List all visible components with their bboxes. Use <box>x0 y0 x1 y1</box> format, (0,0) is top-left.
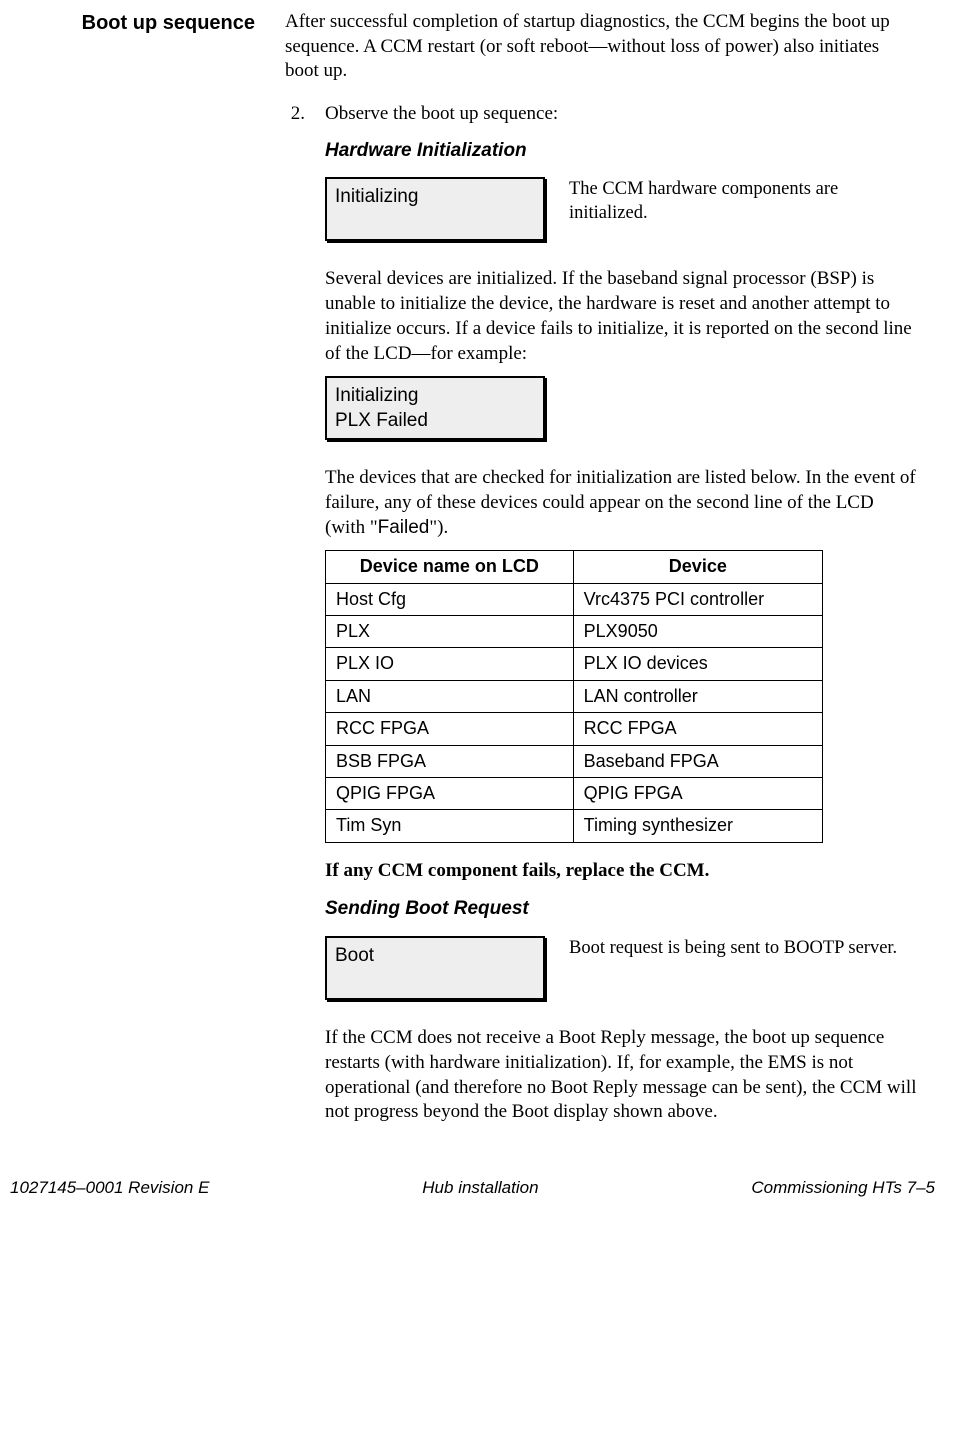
device-table: Device name on LCD Device Host CfgVrc437… <box>325 550 823 843</box>
lcd-caption: The CCM hardware components are initiali… <box>569 177 917 225</box>
table-header-row: Device name on LCD Device <box>326 551 823 583</box>
th-device: Device <box>573 551 822 583</box>
boot-para: If the CCM does not receive a Boot Reply… <box>325 1026 917 1125</box>
page-footer: 1027145–0001 Revision E Hub installation… <box>0 1155 977 1213</box>
table-row: QPIG FPGAQPIG FPGA <box>326 777 823 809</box>
table-row: RCC FPGARCC FPGA <box>326 713 823 745</box>
table-row: Tim SynTiming synthesizer <box>326 810 823 842</box>
hw-para-3: The devices that are checked for initial… <box>325 466 917 540</box>
footer-center: Hub installation <box>422 1177 538 1199</box>
step-item: 2. Observe the boot up sequence: <box>285 102 917 127</box>
lcd-display-initializing: Initializing <box>325 177 545 241</box>
table-row: LANLAN controller <box>326 680 823 712</box>
replace-ccm-para: If any CCM component fails, replace the … <box>325 859 917 884</box>
lcd-caption-boot: Boot request is being sent to BOOTP serv… <box>569 936 917 960</box>
lcd-display-boot: Boot <box>325 936 545 1000</box>
footer-left: 1027145–0001 Revision E <box>10 1177 209 1199</box>
failed-word: Failed <box>378 517 430 538</box>
side-heading: Boot up sequence <box>20 10 255 94</box>
hw-para-2: Several devices are initialized. If the … <box>325 267 917 366</box>
hw-init-heading: Hardware Initialization <box>325 139 917 164</box>
table-row: PLXPLX9050 <box>326 616 823 648</box>
step-text: Observe the boot up sequence: <box>325 102 558 127</box>
lcd-display-failed: Initializing PLX Failed <box>325 376 545 440</box>
th-device-name: Device name on LCD <box>326 551 574 583</box>
lcd-line2: PLX Failed <box>335 409 535 434</box>
table-row: Host CfgVrc4375 PCI controller <box>326 583 823 615</box>
table-row: PLX IOPLX IO devices <box>326 648 823 680</box>
table-row: BSB FPGABaseband FPGA <box>326 745 823 777</box>
footer-right: Commissioning HTs 7–5 <box>751 1177 935 1199</box>
step-number: 2. <box>285 102 305 127</box>
intro-paragraph: After successful completion of startup d… <box>285 10 917 84</box>
lcd-line1: Initializing <box>335 384 535 409</box>
boot-request-heading: Sending Boot Request <box>325 897 917 922</box>
